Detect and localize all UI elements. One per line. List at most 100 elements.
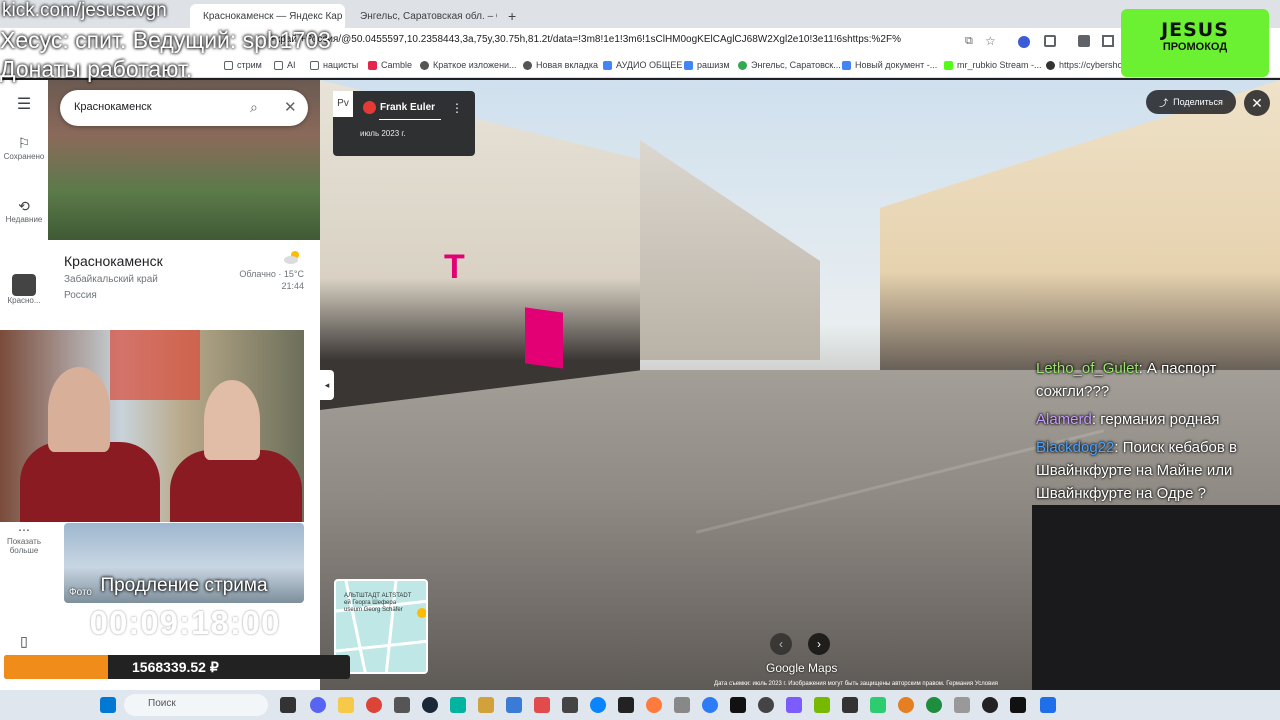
- street-view-toggle[interactable]: Рv: [333, 91, 353, 117]
- folder-icon: [310, 60, 319, 70]
- app-icon[interactable]: [478, 697, 494, 713]
- translate-icon[interactable]: [1078, 35, 1090, 47]
- new-tab-button[interactable]: +: [500, 4, 524, 28]
- stream-timer: 00:09:18:00: [89, 604, 281, 641]
- chat-message: Blackdog22: Поиск кебабов в Швайнкфурте …: [1036, 436, 1274, 505]
- bookmark-link[interactable]: АУДИО ОБЩЕЕ: [603, 60, 682, 70]
- person-left: [48, 367, 110, 452]
- extend-stream-label: Продление стрима: [100, 575, 268, 596]
- search-input[interactable]: Краснокаменск: [74, 101, 152, 113]
- bookmark-link[interactable]: Краткое изложени...: [420, 60, 517, 70]
- obs-icon[interactable]: [394, 697, 410, 713]
- bookmark-link[interactable]: рашизм: [684, 60, 730, 70]
- chat-message: Letho_of_Gulet: А паспорт сожгли???: [1036, 357, 1274, 403]
- task-view-icon[interactable]: [280, 697, 296, 713]
- app-icon[interactable]: [982, 697, 998, 713]
- tab-google-maps[interactable]: Энгельс, Саратовская обл. – G ✕: [347, 4, 497, 28]
- shop-sign: [525, 307, 563, 369]
- app-icon[interactable]: [730, 697, 746, 713]
- person-right: [204, 380, 260, 460]
- app-icon[interactable]: [646, 697, 662, 713]
- search-icon[interactable]: ⌕: [250, 99, 258, 116]
- capture-date[interactable]: июль 2023 г.: [360, 129, 406, 138]
- app-icon[interactable]: [842, 697, 858, 713]
- camble-icon: [368, 60, 377, 70]
- app-icon[interactable]: [702, 697, 718, 713]
- nvidia-icon[interactable]: [814, 697, 830, 713]
- rail-recent-place[interactable]: Красно...: [0, 274, 48, 305]
- previous-photo-button[interactable]: ‹: [770, 633, 792, 655]
- app-icon[interactable]: [786, 697, 802, 713]
- kick-icon: [944, 60, 953, 70]
- bookmark-folder[interactable]: нацисты: [310, 60, 358, 70]
- place-region: Забайкальский край: [64, 274, 158, 285]
- rail-saved[interactable]: ⚐ Сохранено: [0, 135, 48, 161]
- chat-username: Alamerd: [1036, 411, 1092, 428]
- partly-cloudy-icon: [284, 251, 299, 264]
- overlay-kick-url: kick.com/jesusavgn: [2, 0, 167, 21]
- more-options-icon[interactable]: ⋮: [451, 101, 463, 115]
- app-icon[interactable]: [898, 697, 914, 713]
- bookmark-link[interactable]: https://cybersho: [1046, 60, 1123, 70]
- extension-icon[interactable]: [1018, 36, 1030, 48]
- app-icon[interactable]: [926, 697, 942, 713]
- bookmark-icon: ⚐: [17, 135, 31, 151]
- overlay-host: Хесус: спит. Ведущий: spb1703: [0, 27, 331, 53]
- share-page-icon[interactable]: ⧉: [965, 35, 973, 48]
- collapse-panel-button[interactable]: ◂: [320, 370, 334, 400]
- bookmark-link[interactable]: Энгельс, Саратовск...: [738, 60, 841, 70]
- bookmark-folder[interactable]: AI: [274, 60, 296, 70]
- discord-icon[interactable]: [310, 697, 326, 713]
- phone-icon[interactable]: ▯: [0, 633, 48, 650]
- app-icon[interactable]: [450, 697, 466, 713]
- photo-author[interactable]: Frank Euler: [380, 102, 435, 113]
- app-icon[interactable]: [618, 697, 634, 713]
- app-icon[interactable]: [674, 697, 690, 713]
- webcam-overlay: [0, 330, 304, 522]
- share-button[interactable]: ⤴ Поделиться: [1146, 90, 1236, 114]
- app-icon[interactable]: [534, 697, 550, 713]
- donation-progress-fill: [4, 655, 108, 679]
- bookmark-link[interactable]: Новый документ -...: [842, 60, 937, 70]
- tab-yandex-maps[interactable]: Краснокаменск — Яндекс Кар: [190, 4, 345, 28]
- tab-title: Энгельс, Саратовская обл. – G: [360, 10, 497, 22]
- bookmark-star-icon[interactable]: ☆: [985, 34, 996, 48]
- person-left-shirt: [20, 442, 160, 522]
- legal-footer: Дата съемки: июль 2023 г. Изображения мо…: [714, 681, 998, 687]
- chrome-icon[interactable]: [366, 697, 382, 713]
- app-icon[interactable]: [1040, 697, 1056, 713]
- windows-start-icon[interactable]: [100, 697, 116, 713]
- url-field[interactable]: +край,+Россия/@50.0455597,10.2358443,3a,…: [270, 34, 950, 52]
- menu-icon[interactable]: ☰: [0, 94, 48, 114]
- donation-total: 1568339.52 ₽: [132, 659, 219, 675]
- app-icon[interactable]: [1010, 697, 1026, 713]
- terminal-icon[interactable]: [562, 697, 578, 713]
- bookmark-link[interactable]: mr_rubkio Stream -...: [944, 60, 1042, 70]
- app-icon[interactable]: [870, 697, 886, 713]
- app-icon[interactable]: [590, 697, 606, 713]
- windows-taskbar: Поиск: [0, 690, 1280, 720]
- chatgpt-icon[interactable]: [758, 697, 774, 713]
- rail-recent[interactable]: ⟲ Недавние: [0, 198, 48, 224]
- search-box[interactable]: Краснокаменск ⌕ ✕: [60, 90, 308, 126]
- bookmark-link[interactable]: Camble: [368, 60, 412, 70]
- clear-search-icon[interactable]: ✕: [284, 98, 297, 116]
- bookmark-folder[interactable]: стрим: [224, 60, 262, 70]
- apps-icon[interactable]: [1102, 35, 1114, 47]
- next-photo-button[interactable]: ›: [808, 633, 830, 655]
- app-icon[interactable]: [954, 697, 970, 713]
- globe-icon: [1046, 60, 1055, 70]
- steam-icon[interactable]: [422, 697, 438, 713]
- puzzle-icon[interactable]: [1044, 35, 1056, 47]
- app-icon[interactable]: [506, 697, 522, 713]
- google-maps-brand: Google Maps: [766, 661, 838, 675]
- rail-show-more[interactable]: ⋯ Показать больше: [0, 523, 48, 555]
- file-explorer-icon[interactable]: [338, 697, 354, 713]
- bookmark-link[interactable]: Новая вкладка: [523, 60, 598, 70]
- share-icon: ⤴: [1159, 97, 1169, 108]
- photo-tag: Фото: [69, 587, 92, 598]
- close-streetview-button[interactable]: ✕: [1244, 90, 1270, 116]
- taskbar-search[interactable]: Поиск: [124, 694, 268, 716]
- building-middle: [640, 140, 820, 360]
- doc-icon: [842, 60, 851, 70]
